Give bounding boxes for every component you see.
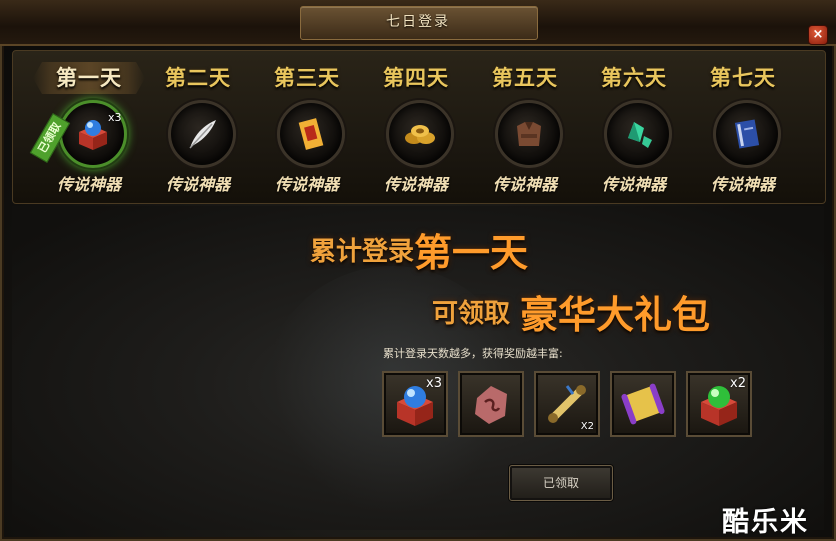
reward-quantity: x2 (730, 376, 746, 391)
reward-description: 累计登录天数越多，获得奖励越丰富: (383, 347, 563, 360)
reward-slot-3[interactable]: X2 (534, 371, 600, 437)
day-item-slot[interactable] (277, 100, 345, 168)
day-item-name: 传说神器 (601, 175, 666, 194)
day-item-name: 传说神器 (165, 175, 230, 194)
day-label: 第四天 (383, 65, 449, 90)
day-item-name: 传说神器 (56, 175, 121, 194)
day-item-slot[interactable] (386, 100, 454, 168)
day-label: 第七天 (710, 65, 776, 90)
day-tab-7[interactable]: 第七天 传说神器 (691, 58, 795, 204)
day-tab-4[interactable]: 第四天 传说神器 (364, 58, 468, 204)
day-tab-1[interactable]: 第一天 x3 已领取 传说神器 (29, 58, 145, 204)
day-tab-3[interactable]: 第三天 传说神器 (255, 58, 359, 204)
headline-login-days: 累计登录第一天 (310, 222, 528, 277)
day-label: 第二天 (165, 65, 231, 90)
headline2-prefix: 可领取 (432, 299, 511, 329)
site-watermark: 酷乐米 (722, 507, 809, 538)
day-label: 第三天 (274, 65, 340, 90)
day-label: 第六天 (601, 65, 667, 90)
blue-book-icon (734, 119, 760, 149)
reward-slot-1[interactable]: x3 (382, 371, 448, 437)
day-item-slot[interactable]: x3 (59, 100, 127, 168)
reward-slot-5[interactable]: x2 (686, 371, 752, 437)
day-label: 第一天 (56, 65, 122, 90)
day-item-slot[interactable] (604, 100, 672, 168)
day-item-slot[interactable] (713, 100, 781, 168)
reward-quantity: x3 (426, 376, 442, 391)
day-item-name: 传说神器 (383, 175, 448, 194)
seven-day-login-window: 七日登录 × 第一天 x3 已领取 传说神器 第二天 传说神器 第三天 传说神器… (0, 0, 836, 541)
day-item-name: 传说神器 (274, 175, 339, 194)
reward-quantity: X2 (580, 421, 594, 432)
headline-prefix: 累计登录 (310, 237, 415, 267)
day-item-slot[interactable] (495, 100, 563, 168)
day-tab-5[interactable]: 第五天 传说神器 (473, 58, 577, 204)
window-title: 七日登录 (386, 14, 450, 30)
close-button[interactable]: × (808, 25, 828, 45)
pink-rune-stone-icon (475, 386, 507, 424)
title-bar: 七日登录 × (0, 0, 836, 46)
claim-button[interactable]: 已领取 (509, 465, 613, 501)
item-quantity: x3 (108, 111, 122, 124)
headline2-reward: 豪华大礼包 (520, 292, 711, 337)
day-item-slot[interactable] (168, 100, 236, 168)
reward-slot-4[interactable] (610, 371, 676, 437)
headline-day: 第一天 (414, 230, 529, 275)
white-feather-icon (189, 120, 216, 149)
green-crystal-icon (628, 122, 652, 148)
day-label: 第五天 (492, 65, 558, 90)
headline-claimable: 可领取 豪华大礼包 (432, 284, 710, 339)
blue-gem-chest-icon (79, 120, 107, 150)
day-item-name: 传说神器 (710, 175, 775, 194)
red-talisman-icon (298, 118, 324, 150)
day-tab-2[interactable]: 第二天 传说神器 (146, 58, 250, 204)
golden-scroll-icon (621, 383, 665, 425)
reward-slot-2[interactable] (458, 371, 524, 437)
gold-coins-icon (405, 125, 435, 144)
day-item-name: 传说神器 (492, 175, 557, 194)
leather-armor-icon (517, 122, 541, 146)
day-tab-6[interactable]: 第六天 传说神器 (582, 58, 686, 204)
